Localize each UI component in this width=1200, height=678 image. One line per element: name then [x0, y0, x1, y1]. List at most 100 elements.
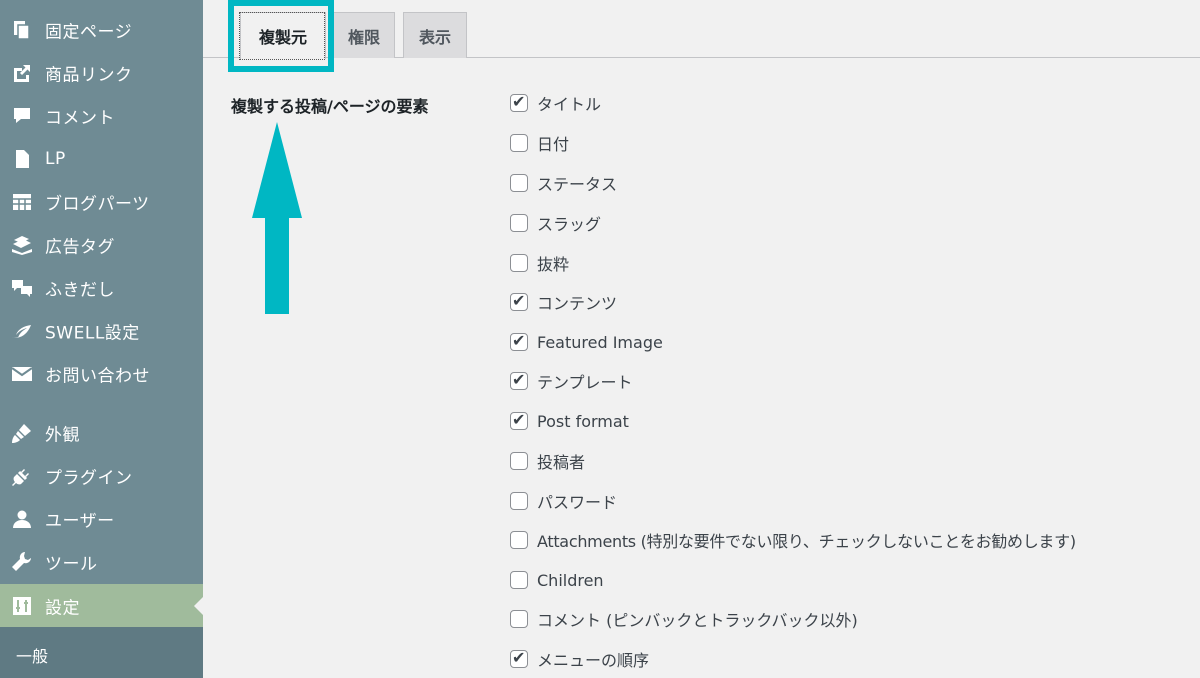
- checkbox[interactable]: [510, 254, 528, 272]
- checkbox[interactable]: ✔: [510, 648, 528, 668]
- pages-icon: [11, 19, 33, 41]
- field-label: 複製する投稿/ページの要素: [231, 97, 429, 116]
- option-label: Attachments (特別な要件でない限り、チェックしないことをお勧めします…: [537, 532, 1076, 551]
- checkbox[interactable]: [510, 531, 528, 549]
- checkbox[interactable]: [510, 571, 528, 589]
- option-author[interactable]: 投稿者: [510, 449, 585, 473]
- sidebar-item-product-links[interactable]: 商品リンク: [0, 51, 203, 94]
- option-label: コメント (ピンバックとトラックバック以外): [537, 611, 858, 630]
- sidebar-item-label: お問い合わせ: [45, 366, 150, 386]
- sidebar-item-ad-tags[interactable]: 広告タグ: [0, 223, 203, 266]
- option-excerpt[interactable]: 抜粋: [510, 251, 569, 275]
- sidebar-item-plugins[interactable]: プラグイン: [0, 454, 203, 497]
- comment-icon: [11, 105, 33, 127]
- checkbox[interactable]: ✔: [510, 291, 528, 311]
- document-icon: [11, 148, 33, 170]
- sidebar-item-label: ユーザー: [45, 511, 115, 531]
- sidebar-item-label: 広告タグ: [45, 237, 115, 257]
- checkbox[interactable]: ✔: [510, 331, 528, 351]
- sidebar-item-users[interactable]: ユーザー: [0, 497, 203, 540]
- admin-sidebar: 固定ページ 商品リンク コメント LP ブログパーツ 広告タグ ふきだし SWE…: [0, 0, 203, 678]
- sidebar-item-pages[interactable]: 固定ページ: [0, 8, 203, 51]
- option-label: メニューの順序: [537, 651, 650, 670]
- wrench-icon: [11, 551, 33, 573]
- option-post-format[interactable]: ✔ Post format: [510, 409, 629, 433]
- sidebar-item-contact[interactable]: お問い合わせ: [0, 352, 203, 395]
- submenu-item-general[interactable]: 一般: [16, 643, 48, 667]
- sidebar-item-label: 固定ページ: [45, 22, 133, 42]
- option-children[interactable]: Children: [510, 568, 604, 592]
- checkmark-icon: ✔: [512, 370, 526, 389]
- sidebar-item-label: 商品リンク: [45, 65, 133, 85]
- sidebar-item-tools[interactable]: ツール: [0, 540, 203, 583]
- option-date[interactable]: 日付: [510, 131, 569, 155]
- sidebar-item-settings[interactable]: 設定: [0, 584, 203, 627]
- option-template[interactable]: ✔ テンプレート: [510, 369, 633, 393]
- checkmark-icon: ✔: [512, 92, 526, 111]
- option-status[interactable]: ステータス: [510, 171, 617, 195]
- swell-leaf-icon: [11, 320, 33, 342]
- option-label: Children: [537, 570, 604, 590]
- plug-icon: [11, 465, 33, 487]
- checkbox[interactable]: ✔: [510, 410, 528, 430]
- option-label: Post format: [537, 411, 629, 431]
- sidebar-item-label: SWELL設定: [45, 323, 140, 343]
- sidebar-item-label: プラグイン: [45, 468, 133, 488]
- sidebar-item-label: ブログパーツ: [45, 194, 150, 214]
- highlight-box: [228, 0, 334, 72]
- option-content[interactable]: ✔ コンテンツ: [510, 290, 617, 314]
- option-label: 投稿者: [537, 453, 586, 472]
- option-password[interactable]: パスワード: [510, 489, 617, 513]
- sidebar-item-label: LP: [45, 148, 66, 169]
- sidebar-item-label: 設定: [45, 598, 80, 618]
- sidebar-item-comments[interactable]: コメント: [0, 94, 203, 137]
- option-label: 抜粋: [537, 255, 570, 274]
- grid-icon: [11, 191, 33, 213]
- checkbox[interactable]: [510, 134, 528, 152]
- sidebar-item-label: 外観: [45, 425, 80, 445]
- sidebar-item-balloons[interactable]: ふきだし: [0, 266, 203, 309]
- paintbrush-icon: [11, 422, 33, 444]
- share-link-icon: [11, 62, 33, 84]
- checkbox[interactable]: [510, 452, 528, 470]
- sidebar-item-label: コメント: [45, 108, 115, 128]
- settings-submenu: 一般: [0, 627, 203, 678]
- user-icon: [11, 508, 33, 530]
- option-attachments[interactable]: Attachments (特別な要件でない限り、チェックしないことをお勧めします…: [510, 528, 1076, 552]
- option-slug[interactable]: スラッグ: [510, 211, 601, 235]
- sidebar-item-blog-parts[interactable]: ブログパーツ: [0, 180, 203, 223]
- checkmark-icon: ✔: [512, 331, 526, 350]
- tab-label: 権限: [347, 27, 380, 47]
- sidebar-item-appearance[interactable]: 外観: [0, 411, 203, 454]
- option-featured-image[interactable]: ✔ Featured Image: [510, 330, 663, 354]
- sidebar-item-label: ふきだし: [45, 280, 115, 300]
- checkbox[interactable]: ✔: [510, 92, 528, 112]
- settings-sliders-icon: [11, 595, 33, 617]
- sidebar-item-lp[interactable]: LP: [0, 137, 203, 180]
- checkbox[interactable]: [510, 610, 528, 628]
- option-label: テンプレート: [537, 373, 633, 392]
- checkmark-icon: ✔: [512, 648, 526, 667]
- speech-bubbles-icon: [11, 277, 33, 299]
- option-label: パスワード: [537, 493, 618, 512]
- tab-permissions[interactable]: 権限: [333, 12, 395, 58]
- option-label: タイトル: [537, 95, 602, 114]
- option-label: スラッグ: [537, 215, 602, 234]
- checkbox[interactable]: [510, 492, 528, 510]
- sidebar-item-label: ツール: [45, 554, 98, 574]
- option-label: ステータス: [537, 175, 618, 194]
- option-label: コンテンツ: [537, 294, 618, 313]
- option-menu-order[interactable]: ✔ メニューの順序: [510, 647, 649, 671]
- checkbox[interactable]: [510, 214, 528, 232]
- checkbox[interactable]: ✔: [510, 370, 528, 390]
- checkmark-icon: ✔: [512, 291, 526, 310]
- tab-display[interactable]: 表示: [403, 12, 467, 58]
- option-comments[interactable]: コメント (ピンバックとトラックバック以外): [510, 607, 858, 631]
- sidebar-item-swell-settings[interactable]: SWELL設定: [0, 309, 203, 352]
- checkbox[interactable]: [510, 174, 528, 192]
- books-icon: [11, 234, 33, 256]
- checkmark-icon: ✔: [512, 410, 526, 429]
- option-title[interactable]: ✔ タイトル: [510, 91, 601, 115]
- mail-icon: [11, 363, 33, 385]
- tab-label: 表示: [418, 27, 451, 47]
